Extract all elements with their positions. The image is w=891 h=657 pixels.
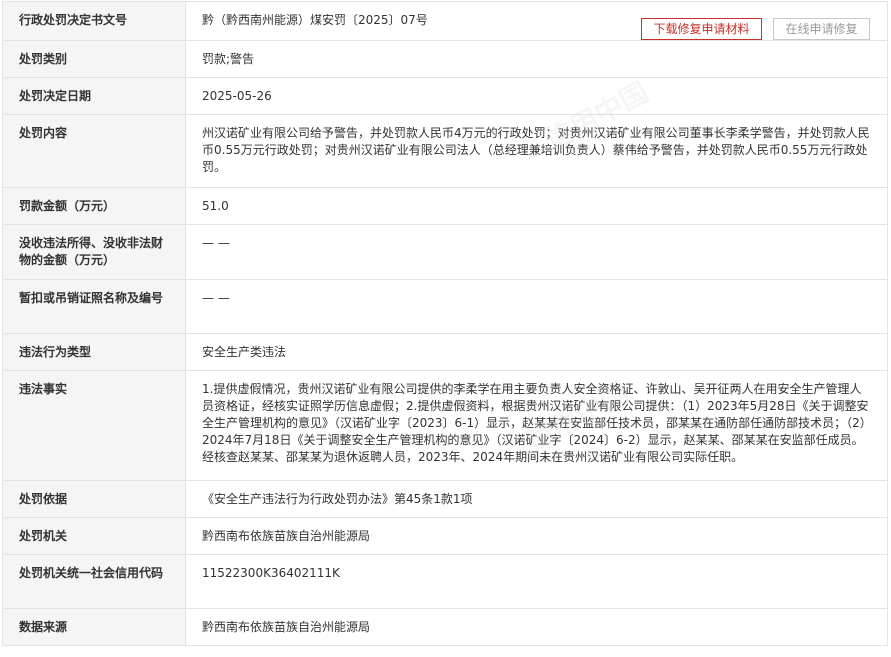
- row-penalty-content: 处罚内容 州汉诺矿业有限公司给予警告，并处罚款人民币4万元的行政处罚；对贵州汉诺…: [2, 114, 888, 188]
- row-violation-type: 违法行为类型 安全生产类违法: [2, 333, 888, 371]
- online-repair-button[interactable]: 在线申请修复: [773, 18, 870, 40]
- label-authority-credit-code: 处罚机关统一社会信用代码: [2, 554, 186, 609]
- row-confiscation-amount: 没收违法所得、没收非法财物的金额（万元） — —: [2, 224, 888, 280]
- value-penalty-authority: 黔西南布依族苗族自治州能源局: [185, 517, 888, 555]
- penalty-detail-page: 行政处罚决定书文号 黔（黔西南州能源）煤安罚〔2025〕07号 处罚类别 罚款;…: [0, 0, 891, 657]
- value-data-source: 黔西南布依族苗族自治州能源局: [185, 608, 888, 646]
- label-penalty-category: 处罚类别: [2, 40, 186, 78]
- download-repair-materials-button[interactable]: 下载修复申请材料: [641, 18, 762, 40]
- row-data-source: 数据来源 黔西南布依族苗族自治州能源局: [2, 608, 888, 646]
- value-penalty-basis: 《安全生产违法行为行政处罚办法》第45条1款1项: [185, 480, 888, 518]
- value-decision-date: 2025-05-26: [185, 77, 888, 115]
- label-license-revocation: 暂扣或吊销证照名称及编号: [2, 279, 186, 334]
- row-decision-date: 处罚决定日期 2025-05-26: [2, 77, 888, 115]
- value-license-revocation: — —: [185, 279, 888, 334]
- value-violation-facts: 1.提供虚假情况，贵州汉诺矿业有限公司提供的李柔学在用主要负责人安全资格证、许敦…: [185, 370, 888, 481]
- label-penalty-authority: 处罚机关: [2, 517, 186, 555]
- row-violation-facts: 违法事实 1.提供虚假情况，贵州汉诺矿业有限公司提供的李柔学在用主要负责人安全资…: [2, 370, 888, 481]
- row-penalty-category: 处罚类别 罚款;警告: [2, 40, 888, 78]
- label-confiscation-amount: 没收违法所得、没收非法财物的金额（万元）: [2, 224, 186, 280]
- value-fine-amount: 51.0: [185, 187, 888, 225]
- value-penalty-content: 州汉诺矿业有限公司给予警告，并处罚款人民币4万元的行政处罚；对贵州汉诺矿业有限公…: [185, 114, 888, 188]
- value-violation-type: 安全生产类违法: [185, 333, 888, 371]
- label-violation-type: 违法行为类型: [2, 333, 186, 371]
- penalty-detail-table: 行政处罚决定书文号 黔（黔西南州能源）煤安罚〔2025〕07号 处罚类别 罚款;…: [2, 1, 888, 646]
- label-penalty-basis: 处罚依据: [2, 480, 186, 518]
- row-license-revocation: 暂扣或吊销证照名称及编号 — —: [2, 279, 888, 334]
- value-confiscation-amount: — —: [185, 224, 888, 280]
- label-decision-number: 行政处罚决定书文号: [2, 1, 186, 41]
- label-decision-date: 处罚决定日期: [2, 77, 186, 115]
- label-data-source: 数据来源: [2, 608, 186, 646]
- label-violation-facts: 违法事实: [2, 370, 186, 481]
- label-penalty-content: 处罚内容: [2, 114, 186, 188]
- row-penalty-basis: 处罚依据 《安全生产违法行为行政处罚办法》第45条1款1项: [2, 480, 888, 518]
- row-penalty-authority: 处罚机关 黔西南布依族苗族自治州能源局: [2, 517, 888, 555]
- label-fine-amount: 罚款金额（万元）: [2, 187, 186, 225]
- row-authority-credit-code: 处罚机关统一社会信用代码 11522300K36402111K: [2, 554, 888, 609]
- value-penalty-category: 罚款;警告: [185, 40, 888, 78]
- row-fine-amount: 罚款金额（万元） 51.0: [2, 187, 888, 225]
- value-authority-credit-code: 11522300K36402111K: [185, 554, 888, 609]
